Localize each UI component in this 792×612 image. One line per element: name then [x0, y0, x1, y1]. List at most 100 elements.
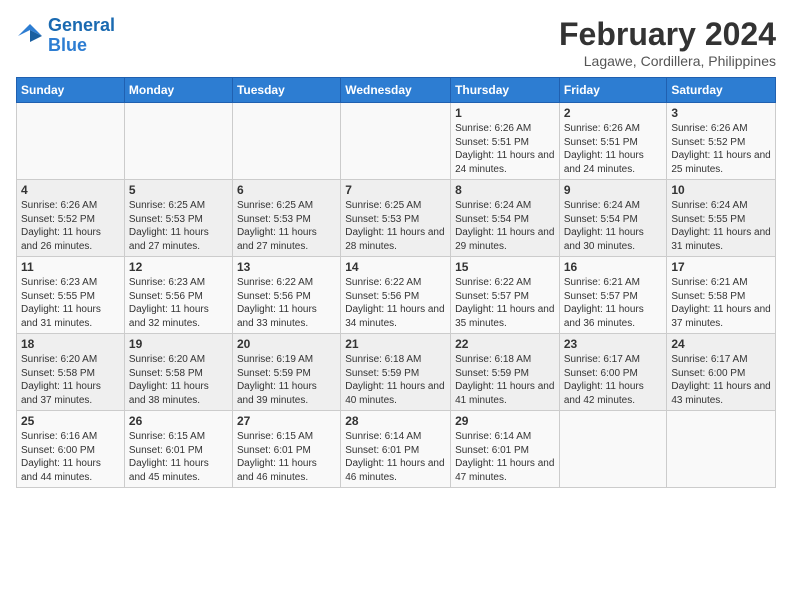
day-info-7: Sunrise: 6:25 AM Sunset: 5:53 PM Dayligh… [345, 199, 446, 253]
day-number-2: 2 [564, 106, 663, 120]
day-info-23: Sunrise: 6:17 AM Sunset: 6:00 PM Dayligh… [564, 353, 663, 407]
logo-line1: General [48, 15, 115, 35]
cell-w2-d1: 12 Sunrise: 6:23 AM Sunset: 5:56 PM Dayli… [124, 257, 232, 334]
day-number-28: 28 [345, 414, 446, 428]
day-number-17: 17 [671, 260, 771, 274]
day-info-20: Sunrise: 6:19 AM Sunset: 5:59 PM Dayligh… [237, 353, 336, 407]
title-block: February 2024 Lagawe, Cordillera, Philip… [559, 16, 776, 69]
day-number-4: 4 [21, 183, 120, 197]
cell-w2-d2: 13 Sunrise: 6:22 AM Sunset: 5:56 PM Dayli… [232, 257, 340, 334]
day-info-24: Sunrise: 6:17 AM Sunset: 6:00 PM Dayligh… [671, 353, 771, 407]
week-row-0: 1Sunrise: 6:26 AM Sunset: 5:51 PM Daylig… [17, 103, 776, 180]
day-info-9: Sunrise: 6:24 AM Sunset: 5:54 PM Dayligh… [564, 199, 663, 253]
day-info-1: Sunrise: 6:26 AM Sunset: 5:51 PM Dayligh… [455, 122, 555, 176]
logo-line2: Blue [48, 35, 87, 55]
cell-w4-d1: 26Sunrise: 6:15 AM Sunset: 6:01 PM Dayli… [124, 411, 232, 488]
day-info-19: Sunrise: 6:20 AM Sunset: 5:58 PM Dayligh… [129, 353, 228, 407]
header-monday: Monday [124, 78, 232, 103]
day-number-10: 10 [671, 183, 771, 197]
cell-w4-d0: 25Sunrise: 6:16 AM Sunset: 6:00 PM Dayli… [17, 411, 125, 488]
header-friday: Friday [559, 78, 667, 103]
cell-w1-d4: 8 Sunrise: 6:24 AM Sunset: 5:54 PM Daylig… [451, 180, 560, 257]
cell-w1-d3: 7 Sunrise: 6:25 AM Sunset: 5:53 PM Daylig… [341, 180, 451, 257]
header-thursday: Thursday [451, 78, 560, 103]
day-number-25: 25 [21, 414, 120, 428]
cell-w0-d6: 3Sunrise: 6:26 AM Sunset: 5:52 PM Daylig… [667, 103, 776, 180]
cell-w4-d4: 29Sunrise: 6:14 AM Sunset: 6:01 PM Dayli… [451, 411, 560, 488]
day-number-19: 19 [129, 337, 228, 351]
logo: General Blue [16, 16, 115, 56]
cell-w1-d1: 5Sunrise: 6:25 AM Sunset: 5:53 PM Daylig… [124, 180, 232, 257]
cell-w1-d2: 6 Sunrise: 6:25 AM Sunset: 5:53 PM Daylig… [232, 180, 340, 257]
day-info-14: Sunrise: 6:22 AM Sunset: 5:56 PM Dayligh… [345, 276, 446, 330]
cell-w1-d0: 4 Sunrise: 6:26 AM Sunset: 5:52 PM Daylig… [17, 180, 125, 257]
day-number-22: 22 [455, 337, 555, 351]
day-number-18: 18 [21, 337, 120, 351]
day-number-21: 21 [345, 337, 446, 351]
day-number-6: 6 [237, 183, 336, 197]
header-wednesday: Wednesday [341, 78, 451, 103]
week-row-4: 25Sunrise: 6:16 AM Sunset: 6:00 PM Dayli… [17, 411, 776, 488]
cell-w0-d1 [124, 103, 232, 180]
calendar-table: SundayMondayTuesdayWednesdayThursdayFrid… [16, 77, 776, 488]
cell-w2-d5: 16 Sunrise: 6:21 AM Sunset: 5:57 PM Dayli… [559, 257, 667, 334]
cell-w0-d2 [232, 103, 340, 180]
cell-w3-d5: 23 Sunrise: 6:17 AM Sunset: 6:00 PM Dayli… [559, 334, 667, 411]
cell-w2-d0: 11 Sunrise: 6:23 AM Sunset: 5:55 PM Dayli… [17, 257, 125, 334]
day-info-16: Sunrise: 6:21 AM Sunset: 5:57 PM Dayligh… [564, 276, 663, 330]
cell-w4-d6 [667, 411, 776, 488]
cell-w2-d3: 14Sunrise: 6:22 AM Sunset: 5:56 PM Dayli… [341, 257, 451, 334]
day-info-21: Sunrise: 6:18 AM Sunset: 5:59 PM Dayligh… [345, 353, 446, 407]
cell-w3-d6: 24 Sunrise: 6:17 AM Sunset: 6:00 PM Dayli… [667, 334, 776, 411]
day-info-3: Sunrise: 6:26 AM Sunset: 5:52 PM Dayligh… [671, 122, 771, 176]
day-number-7: 7 [345, 183, 446, 197]
day-info-27: Sunrise: 6:15 AM Sunset: 6:01 PM Dayligh… [237, 430, 336, 484]
day-info-22: Sunrise: 6:18 AM Sunset: 5:59 PM Dayligh… [455, 353, 555, 407]
day-info-12: Sunrise: 6:23 AM Sunset: 5:56 PM Dayligh… [129, 276, 228, 330]
day-number-15: 15 [455, 260, 555, 274]
cell-w1-d6: 10 Sunrise: 6:24 AM Sunset: 5:55 PM Dayli… [667, 180, 776, 257]
week-row-1: 4 Sunrise: 6:26 AM Sunset: 5:52 PM Daylig… [17, 180, 776, 257]
cell-w4-d5 [559, 411, 667, 488]
day-number-27: 27 [237, 414, 336, 428]
day-info-11: Sunrise: 6:23 AM Sunset: 5:55 PM Dayligh… [21, 276, 120, 330]
day-info-6: Sunrise: 6:25 AM Sunset: 5:53 PM Dayligh… [237, 199, 336, 253]
cell-w0-d4: 1Sunrise: 6:26 AM Sunset: 5:51 PM Daylig… [451, 103, 560, 180]
logo-icon [16, 22, 44, 50]
cell-w4-d3: 28Sunrise: 6:14 AM Sunset: 6:01 PM Dayli… [341, 411, 451, 488]
page-header: General Blue February 2024 Lagawe, Cordi… [16, 16, 776, 69]
day-info-15: Sunrise: 6:22 AM Sunset: 5:57 PM Dayligh… [455, 276, 555, 330]
cell-w3-d2: 20 Sunrise: 6:19 AM Sunset: 5:59 PM Dayli… [232, 334, 340, 411]
day-info-8: Sunrise: 6:24 AM Sunset: 5:54 PM Dayligh… [455, 199, 555, 253]
month-year: February 2024 [559, 16, 776, 53]
day-info-2: Sunrise: 6:26 AM Sunset: 5:51 PM Dayligh… [564, 122, 663, 176]
week-row-3: 18 Sunrise: 6:20 AM Sunset: 5:58 PM Dayli… [17, 334, 776, 411]
cell-w3-d4: 22 Sunrise: 6:18 AM Sunset: 5:59 PM Dayli… [451, 334, 560, 411]
day-info-10: Sunrise: 6:24 AM Sunset: 5:55 PM Dayligh… [671, 199, 771, 253]
day-number-11: 11 [21, 260, 120, 274]
day-number-20: 20 [237, 337, 336, 351]
day-info-29: Sunrise: 6:14 AM Sunset: 6:01 PM Dayligh… [455, 430, 555, 484]
cell-w3-d0: 18 Sunrise: 6:20 AM Sunset: 5:58 PM Dayli… [17, 334, 125, 411]
cell-w3-d1: 19 Sunrise: 6:20 AM Sunset: 5:58 PM Dayli… [124, 334, 232, 411]
cell-w0-d3 [341, 103, 451, 180]
day-info-17: Sunrise: 6:21 AM Sunset: 5:58 PM Dayligh… [671, 276, 771, 330]
day-number-8: 8 [455, 183, 555, 197]
location: Lagawe, Cordillera, Philippines [559, 53, 776, 69]
header-saturday: Saturday [667, 78, 776, 103]
day-number-13: 13 [237, 260, 336, 274]
header-sunday: Sunday [17, 78, 125, 103]
day-info-18: Sunrise: 6:20 AM Sunset: 5:58 PM Dayligh… [21, 353, 120, 407]
day-number-16: 16 [564, 260, 663, 274]
week-row-2: 11 Sunrise: 6:23 AM Sunset: 5:55 PM Dayli… [17, 257, 776, 334]
calendar-header-row: SundayMondayTuesdayWednesdayThursdayFrid… [17, 78, 776, 103]
day-info-4: Sunrise: 6:26 AM Sunset: 5:52 PM Dayligh… [21, 199, 120, 253]
day-info-13: Sunrise: 6:22 AM Sunset: 5:56 PM Dayligh… [237, 276, 336, 330]
day-number-12: 12 [129, 260, 228, 274]
day-number-5: 5 [129, 183, 228, 197]
day-number-9: 9 [564, 183, 663, 197]
day-number-24: 24 [671, 337, 771, 351]
day-number-23: 23 [564, 337, 663, 351]
cell-w2-d6: 17 Sunrise: 6:21 AM Sunset: 5:58 PM Dayli… [667, 257, 776, 334]
cell-w2-d4: 15 Sunrise: 6:22 AM Sunset: 5:57 PM Dayli… [451, 257, 560, 334]
